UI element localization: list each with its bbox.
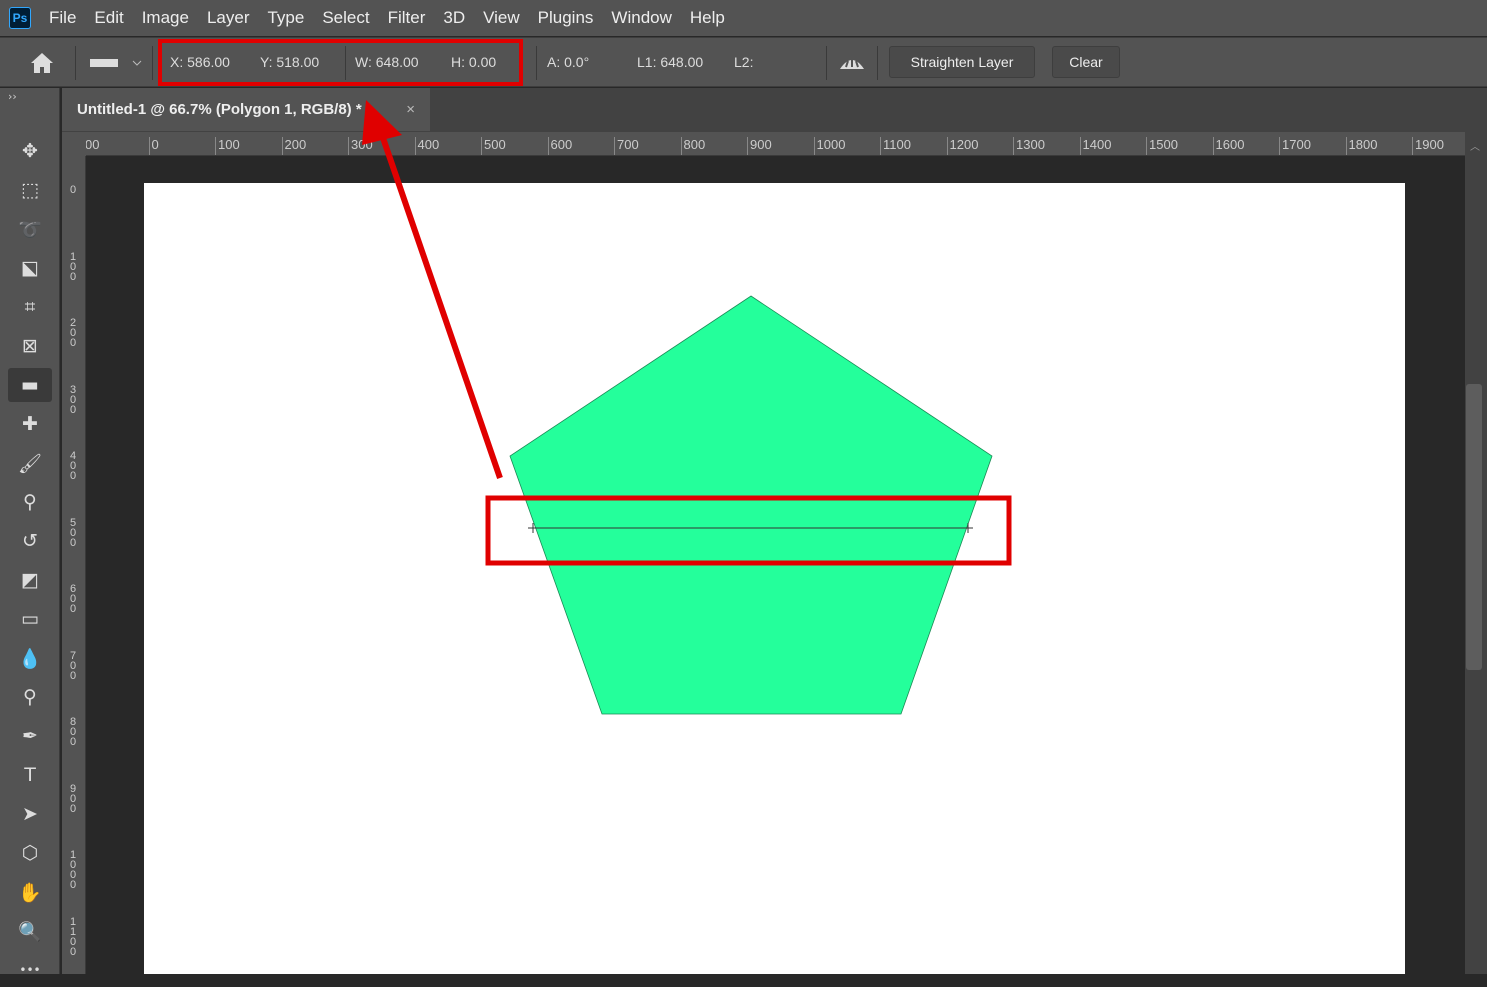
lasso-tool-icon[interactable]: ➰ <box>8 212 52 246</box>
menu-help[interactable]: Help <box>690 8 725 28</box>
menu-view[interactable]: View <box>483 8 520 28</box>
ruler-label: 800 <box>69 716 77 748</box>
type-tool-icon[interactable]: T <box>8 758 52 792</box>
history-brush-tool-icon[interactable]: ↺ <box>8 524 52 558</box>
ruler-label: 1600 <box>1212 137 1244 155</box>
crop-tool-icon[interactable]: ⌗ <box>8 290 52 324</box>
document-title: Untitled-1 @ 66.7% (Polygon 1, RGB/8) * <box>77 101 362 118</box>
ruler-label: 500 <box>481 137 506 155</box>
horizontal-ruler: 00 0 100 200 300 400 500 600 700 800 900 1000 1100 12… <box>62 132 1465 156</box>
ruler-label: 1700 <box>1279 137 1311 155</box>
ruler-label: 1100 <box>69 915 77 958</box>
ruler-label: 700 <box>69 649 77 682</box>
stamp-tool-icon[interactable]: ⚲ <box>8 485 52 519</box>
shape-tool-icon[interactable]: ⬡ <box>8 836 52 870</box>
hand-tool-icon[interactable]: ✋ <box>8 875 52 909</box>
ruler-label: 600 <box>69 583 77 615</box>
menu-filter[interactable]: Filter <box>388 8 426 28</box>
scrollbar-thumb[interactable] <box>1466 384 1482 670</box>
move-tool-icon[interactable]: ✥ <box>8 134 52 168</box>
ruler-label: 1000 <box>813 137 845 155</box>
ruler-label: 1000 <box>69 849 77 891</box>
ruler-label: 600 <box>547 137 572 155</box>
ruler-label: 1300 <box>1013 137 1045 155</box>
ruler-label: 1400 <box>1079 137 1111 155</box>
angle-value: A: 0.0° <box>547 54 590 70</box>
vertical-ruler: 0 100 200 300 400 500 600 700 800 900 1000 1100 <box>62 156 86 974</box>
y-coordinate: Y: 518.00 <box>260 54 320 70</box>
document-tab[interactable]: Untitled-1 @ 66.7% (Polygon 1, RGB/8) * … <box>62 88 430 131</box>
eraser-tool-icon[interactable]: ◩ <box>8 563 52 597</box>
menu-window[interactable]: Window <box>611 8 671 28</box>
ruler-label: 400 <box>69 450 77 482</box>
ruler-label: 200 <box>69 317 77 349</box>
ruler-label: 1100 <box>880 137 911 155</box>
ruler-label: 700 <box>614 137 639 155</box>
menu-plugins[interactable]: Plugins <box>538 8 594 28</box>
path-select-tool-icon[interactable]: ➤ <box>8 797 52 831</box>
dodge-tool-icon[interactable]: ⚲ <box>8 680 52 714</box>
menu-type[interactable]: Type <box>267 8 304 28</box>
width-value: W: 648.00 <box>355 54 419 70</box>
ruler-label: 1200 <box>946 137 978 155</box>
clear-button[interactable]: Clear <box>1052 46 1120 78</box>
length1-value: L1: 648.00 <box>637 54 704 70</box>
ruler-tool-preset-icon[interactable] <box>90 56 142 70</box>
brush-tool-icon[interactable]: 🖌 <box>8 446 52 480</box>
photoshop-logo: Ps <box>9 7 31 29</box>
ruler-label: 900 <box>747 137 772 155</box>
more-tool-icon[interactable]: ••• <box>8 953 52 987</box>
ruler-label: 800 <box>680 137 705 155</box>
ruler-label: 100 <box>215 137 240 155</box>
pen-tool-icon[interactable]: ✒ <box>8 719 52 753</box>
ruler-label: 100 <box>69 250 77 283</box>
tools-panel: ›› ✥ ⬚ ➰ ⬕ ⌗ ⊠ ▬ ✚ 🖌 ⚲ ↺ ◩ ▭ 💧 ⚲ ✒ T ➤ ⬡ ✋ 🔍 ••• <box>0 88 60 977</box>
ruler-label: 300 <box>348 137 373 155</box>
document-tab-bar: Untitled-1 @ 66.7% (Polygon 1, RGB/8) * … <box>62 88 1487 132</box>
object-select-tool-icon[interactable]: ⬕ <box>8 251 52 285</box>
close-tab-icon[interactable]: × <box>406 101 415 118</box>
ruler-label: 0 <box>69 184 77 196</box>
ruler-corner <box>62 132 86 156</box>
gradient-tool-icon[interactable]: ▭ <box>8 602 52 636</box>
measurement-scale-icon[interactable] <box>838 55 866 71</box>
straighten-layer-button[interactable]: Straighten Layer <box>889 46 1035 78</box>
height-value: H: 0.00 <box>451 54 497 70</box>
menu-select[interactable]: Select <box>322 8 369 28</box>
length2-value: L2: <box>734 54 754 70</box>
menu-file[interactable]: File <box>49 8 76 28</box>
menu-edit[interactable]: Edit <box>94 8 123 28</box>
ruler-label: 0 <box>148 137 159 155</box>
ruler-label: 1500 <box>1146 137 1178 155</box>
ruler-label: 1800 <box>1345 137 1377 155</box>
ruler-label: 300 <box>69 383 77 416</box>
x-coordinate: X: 586.00 <box>170 54 230 70</box>
zoom-tool-icon[interactable]: 🔍 <box>8 914 52 948</box>
scroll-up-icon[interactable]: ︿ <box>1470 138 1480 153</box>
ruler-label: 400 <box>414 137 439 155</box>
home-icon[interactable] <box>30 52 54 74</box>
menu-3d[interactable]: 3D <box>443 8 465 28</box>
options-bar: X: 586.00 Y: 518.00 W: 648.00 H: 0.00 A:… <box>0 37 1487 87</box>
marquee-tool-icon[interactable]: ⬚ <box>8 173 52 207</box>
frame-tool-icon[interactable]: ⊠ <box>8 329 52 363</box>
blur-tool-icon[interactable]: 💧 <box>8 641 52 675</box>
menu-image[interactable]: Image <box>142 8 189 28</box>
ruler-label: 500 <box>69 516 77 549</box>
menu-layer[interactable]: Layer <box>207 8 250 28</box>
ruler-label: 1900 <box>1412 137 1444 155</box>
collapse-panel-icon[interactable]: ›› <box>8 90 17 103</box>
healing-tool-icon[interactable]: ✚ <box>8 407 52 441</box>
ruler-tool-icon[interactable]: ▬ <box>8 368 52 402</box>
ruler-label: 200 <box>281 137 306 155</box>
ruler-label: 900 <box>69 782 77 815</box>
menu-bar: Ps File Edit Image Layer Type Select Fil… <box>0 0 1487 36</box>
document-canvas-area[interactable] <box>86 156 1465 974</box>
